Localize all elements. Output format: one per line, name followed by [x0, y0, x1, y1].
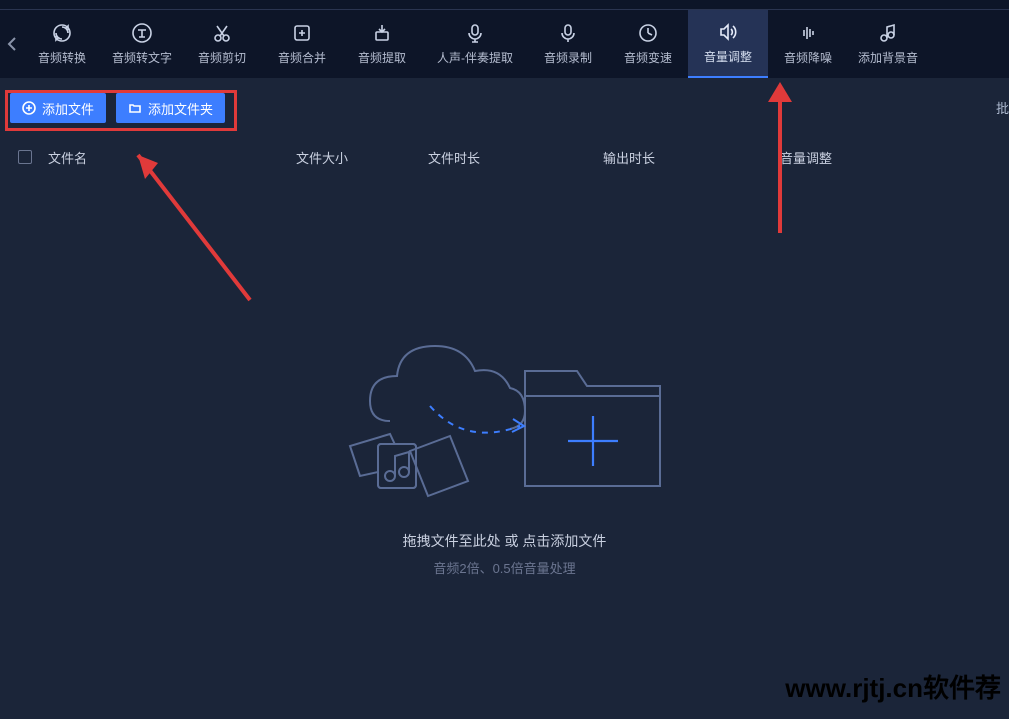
button-label: 添加文件 [42, 99, 94, 118]
tool-label: 音频合并 [278, 49, 326, 66]
drop-zone[interactable]: 拖拽文件至此处 或 点击添加文件 音频2倍、0.5倍音量处理 [0, 176, 1009, 696]
tool-volume-adjust[interactable]: 音量调整 [688, 10, 768, 78]
tool-audio-convert[interactable]: 音频转换 [22, 10, 102, 78]
merge-icon [291, 22, 313, 44]
add-file-button[interactable]: 添加文件 [10, 93, 106, 123]
tool-label: 音频变速 [624, 49, 672, 66]
tool-label: 添加背景音 [858, 49, 918, 66]
tool-label: 人声-伴奏提取 [437, 49, 513, 66]
select-all-checkbox[interactable] [18, 150, 32, 164]
speed-icon [637, 22, 659, 44]
tool-add-bgm[interactable]: 添加背景音 [848, 10, 928, 78]
add-folder-button[interactable]: 添加文件夹 [116, 93, 225, 123]
main-toolbar: 音频转换 音频转文字 音频剪切 音频合并 音频提取 人声-伴奏提取 [0, 10, 1009, 78]
empty-illustration [325, 306, 685, 516]
volume-icon [717, 21, 739, 43]
refresh-icon [51, 22, 73, 44]
tool-label: 音频录制 [544, 49, 592, 66]
empty-main-text: 拖拽文件至此处 或 点击添加文件 [0, 531, 1009, 551]
tool-audio-to-text[interactable]: 音频转文字 [102, 10, 182, 78]
tool-audio-cut[interactable]: 音频剪切 [182, 10, 262, 78]
tool-label: 音频降噪 [784, 49, 832, 66]
col-filename: 文件名 [48, 148, 296, 167]
mic-icon [464, 22, 486, 44]
tool-label: 音频转文字 [112, 49, 172, 66]
watermark: www.rjtj.cn软件荐 [785, 668, 1001, 705]
col-filesize: 文件大小 [296, 148, 428, 167]
bgsound-icon [877, 22, 899, 44]
denoise-icon [797, 22, 819, 44]
tool-label: 音频剪切 [198, 49, 246, 66]
tool-audio-record[interactable]: 音频录制 [528, 10, 608, 78]
tool-label: 音量调整 [704, 48, 752, 65]
col-volume: 音量调整 [780, 148, 930, 167]
button-label: 添加文件夹 [148, 99, 213, 118]
tool-label: 音频提取 [358, 49, 406, 66]
back-button[interactable] [2, 10, 22, 78]
tool-audio-merge[interactable]: 音频合并 [262, 10, 342, 78]
tool-audio-extract[interactable]: 音频提取 [342, 10, 422, 78]
extract-icon [371, 22, 393, 44]
scissors-icon [211, 22, 233, 44]
batch-label: 批 [996, 98, 1009, 117]
empty-sub-text: 音频2倍、0.5倍音量处理 [0, 558, 1009, 577]
col-outduration: 输出时长 [603, 148, 780, 167]
tool-audio-speed[interactable]: 音频变速 [608, 10, 688, 78]
tool-noise-reduce[interactable]: 音频降噪 [768, 10, 848, 78]
tool-label: 音频转换 [38, 49, 86, 66]
table-header: 文件名 文件大小 文件时长 输出时长 音量调整 [0, 138, 1009, 176]
tool-vocal-extract[interactable]: 人声-伴奏提取 [422, 10, 528, 78]
text-icon [131, 22, 153, 44]
col-duration: 文件时长 [428, 148, 603, 167]
record-icon [557, 22, 579, 44]
action-bar: 添加文件 添加文件夹 批 [0, 78, 1009, 138]
